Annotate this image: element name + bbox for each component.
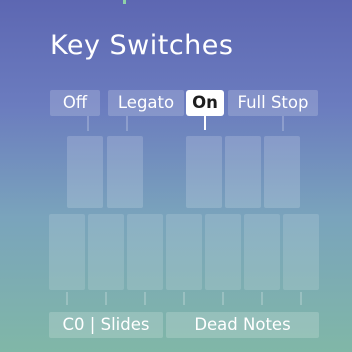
articulation-on-button[interactable]: On — [186, 90, 224, 116]
white-key[interactable] — [244, 214, 280, 290]
black-key[interactable] — [107, 136, 143, 208]
articulation-off-button[interactable]: Off — [50, 90, 100, 116]
white-key[interactable] — [283, 214, 319, 290]
black-key[interactable] — [225, 136, 261, 208]
range-dead-notes-label[interactable]: Dead Notes — [166, 312, 319, 338]
connector-tick — [300, 292, 302, 305]
white-key[interactable] — [49, 214, 85, 290]
connector-tick — [261, 292, 263, 305]
connector-tick — [87, 116, 89, 131]
white-key[interactable] — [205, 214, 241, 290]
connector-tick — [126, 116, 128, 131]
black-key[interactable] — [264, 136, 300, 208]
connector-tick — [222, 292, 224, 305]
white-key[interactable] — [166, 214, 202, 290]
top-accent-marker — [123, 0, 126, 4]
connector-tick — [282, 116, 284, 131]
connector-tick — [66, 292, 68, 305]
range-c0-slides-label[interactable]: C0 | Slides — [49, 312, 163, 338]
articulation-legato-button[interactable]: Legato — [108, 90, 184, 116]
white-key[interactable] — [127, 214, 163, 290]
white-key[interactable] — [88, 214, 124, 290]
black-key[interactable] — [67, 136, 103, 208]
panel-title: Key Switches — [50, 30, 234, 61]
black-key[interactable] — [186, 136, 222, 208]
connector-tick-active — [204, 116, 206, 130]
connector-tick — [183, 292, 185, 305]
connector-tick — [144, 292, 146, 305]
connector-tick — [105, 292, 107, 305]
articulation-full-stop-button[interactable]: Full Stop — [228, 90, 318, 116]
